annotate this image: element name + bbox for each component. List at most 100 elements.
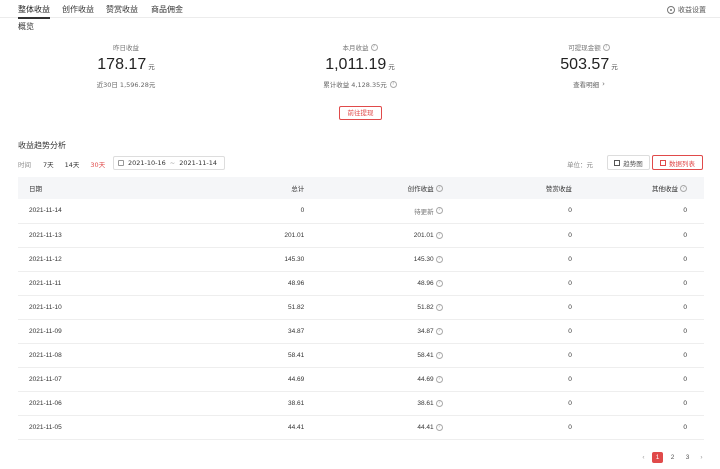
cell-total: 51.82 xyxy=(141,295,308,320)
time-filter: 时间 7天 14天 30天 xyxy=(18,157,116,171)
help-icon[interactable]: ? xyxy=(435,207,443,215)
tab-creation-income[interactable]: 创作收益 xyxy=(62,4,94,15)
time-filter-label: 时间 xyxy=(18,161,31,169)
time-option-14d[interactable]: 14天 xyxy=(65,159,80,169)
income-settings-label: 收益设置 xyxy=(678,6,706,14)
chevron-right-icon: › xyxy=(602,80,605,88)
table-row: 2021-11-10 51.82 51.82? 0 0 xyxy=(18,295,704,320)
cell-date: 2021-11-10 xyxy=(18,295,142,320)
help-icon[interactable]: ? xyxy=(602,43,610,51)
stat-month-value: 1,011.19 xyxy=(325,56,387,73)
gear-icon xyxy=(667,6,675,14)
tab-product-commission[interactable]: 商品佣金 xyxy=(151,4,183,15)
view-details-label: 查看明细 xyxy=(573,81,600,89)
table-row: 2021-11-09 34.87 34.87? 0 0 xyxy=(18,319,704,344)
stat-withdrawable-value: 503.57 xyxy=(560,56,610,73)
prev-page-button[interactable]: ‹ xyxy=(639,454,648,461)
cell-other: 0 xyxy=(573,343,704,368)
cell-date: 2021-11-05 xyxy=(18,415,142,440)
cell-creation-value: 58.41 xyxy=(417,351,434,359)
help-icon[interactable]: ? xyxy=(435,375,443,383)
table-header-row: 日期 总计 创作收益? 赞赏收益 其他收益? xyxy=(18,177,704,199)
cell-total: 44.41 xyxy=(141,415,308,440)
page-button-3[interactable]: 3 xyxy=(682,452,693,463)
stat-month: 本月收益? 1,011.19 元 累计收益 4,128.35元? xyxy=(260,42,460,89)
cell-appreciation: 0 xyxy=(444,367,574,392)
table-row: 2021-11-12 145.30 145.30? 0 0 xyxy=(18,247,704,272)
cell-creation-value: 145.30 xyxy=(413,255,434,263)
help-icon[interactable]: ? xyxy=(435,231,443,239)
cell-creation-value: 201.01 xyxy=(413,231,434,239)
tab-overall-income[interactable]: 整体收益 xyxy=(18,4,50,19)
overview-title: 概览 xyxy=(18,22,34,31)
cell-total: 0 xyxy=(141,199,308,224)
table-row: 2021-11-11 48.96 48.96? 0 0 xyxy=(18,271,704,296)
cell-other: 0 xyxy=(573,271,704,296)
time-option-30d[interactable]: 30天 xyxy=(90,159,105,169)
cell-other: 0 xyxy=(573,223,704,248)
cell-creation-value: 44.41 xyxy=(417,423,434,431)
cell-appreciation: 0 xyxy=(444,199,574,224)
trend-title: 收益趋势分析 xyxy=(18,141,66,150)
cell-creation: 201.01? xyxy=(307,223,445,248)
cell-creation: 58.41? xyxy=(307,343,445,368)
cell-date: 2021-11-07 xyxy=(18,367,142,392)
cell-appreciation: 0 xyxy=(444,415,574,440)
help-icon[interactable]: ? xyxy=(435,399,443,407)
cell-appreciation: 0 xyxy=(444,223,574,248)
list-view-button[interactable]: 数据列表 xyxy=(652,155,703,170)
col-creation: 创作收益? xyxy=(307,177,445,199)
cell-creation: 待更新? xyxy=(307,199,445,224)
cell-total: 201.01 xyxy=(141,223,308,248)
unit-label: 单位：元 xyxy=(567,161,593,169)
stat-yesterday-label: 昨日收益 xyxy=(113,44,139,52)
stat-yesterday-value: 178.17 xyxy=(97,56,147,73)
cell-creation: 51.82? xyxy=(307,295,445,320)
help-icon[interactable]: ? xyxy=(435,184,443,192)
cell-creation: 34.87? xyxy=(307,319,445,344)
cell-date: 2021-11-12 xyxy=(18,247,142,272)
tab-appreciation-income[interactable]: 赞赏收益 xyxy=(106,4,138,15)
cell-creation: 38.61? xyxy=(307,391,445,416)
chart-view-label: 趋势图 xyxy=(623,159,643,168)
date-range-picker[interactable]: 2021-10-16 ~ 2021-11-14 xyxy=(113,156,225,170)
col-total: 总计 xyxy=(141,177,308,199)
stat-yesterday-sub: 近30日 1,596.28元 xyxy=(96,81,156,89)
help-icon[interactable]: ? xyxy=(435,255,443,263)
cell-creation-value: 44.69 xyxy=(417,375,434,383)
withdraw-button[interactable]: 前往提现 xyxy=(339,106,382,120)
help-icon[interactable]: ? xyxy=(389,80,397,88)
cell-total: 44.69 xyxy=(141,367,308,392)
cell-total: 48.96 xyxy=(141,271,308,296)
table-icon xyxy=(660,159,666,166)
help-icon[interactable]: ? xyxy=(435,327,443,335)
help-icon[interactable]: ? xyxy=(435,351,443,359)
stat-yesterday-unit: 元 xyxy=(148,64,155,71)
page-button-2[interactable]: 2 xyxy=(667,452,678,463)
cell-total: 145.30 xyxy=(141,247,308,272)
table-row: 2021-11-13 201.01 201.01? 0 0 xyxy=(18,223,704,248)
table-row: 2021-11-08 58.41 58.41? 0 0 xyxy=(18,343,704,368)
cell-other: 0 xyxy=(573,295,704,320)
income-settings-link[interactable]: 收益设置 xyxy=(667,5,706,15)
chart-view-button[interactable]: 趋势图 xyxy=(607,155,650,170)
view-details-link[interactable]: 查看明细 › xyxy=(489,79,689,89)
next-page-button[interactable]: › xyxy=(697,454,706,461)
table-row: 2021-11-05 44.41 44.41? 0 0 xyxy=(18,415,704,440)
list-view-label: 数据列表 xyxy=(669,159,695,168)
col-other: 其他收益? xyxy=(573,177,704,199)
cell-creation-value: 34.87 xyxy=(417,327,434,335)
income-table: 日期 总计 创作收益? 赞赏收益 其他收益? 2021-11-14 0 待更新?… xyxy=(18,177,704,440)
help-icon[interactable]: ? xyxy=(370,43,378,51)
help-icon[interactable]: ? xyxy=(435,279,443,287)
help-icon[interactable]: ? xyxy=(680,184,687,192)
help-icon[interactable]: ? xyxy=(435,423,443,431)
time-option-7d[interactable]: 7天 xyxy=(43,159,54,169)
cell-creation: 44.69? xyxy=(307,367,445,392)
help-icon[interactable]: ? xyxy=(435,303,443,311)
cell-appreciation: 0 xyxy=(444,343,574,368)
stat-month-label: 本月收益 xyxy=(342,44,369,52)
top-tabs: 整体收益 创作收益 赞赏收益 商品佣金 收益设置 xyxy=(0,0,720,19)
cell-appreciation: 0 xyxy=(444,247,574,272)
page-button-1[interactable]: 1 xyxy=(652,452,663,463)
